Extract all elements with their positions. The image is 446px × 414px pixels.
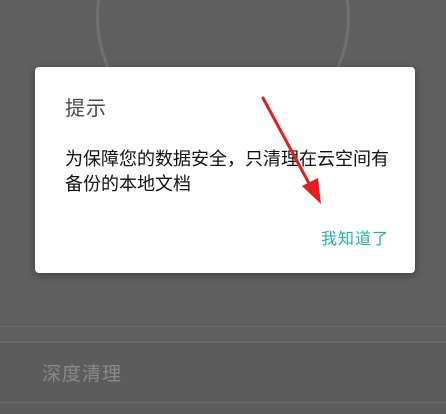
got-it-button[interactable]: 我知道了 <box>311 227 389 251</box>
dialog-title: 提示 <box>65 96 107 120</box>
background-divider <box>0 326 446 327</box>
background-divider <box>0 402 446 403</box>
dialog-message: 为保障您的数据安全，只清理在云空间有备份的本地文档 <box>65 149 389 195</box>
tip-dialog: 提示 为保障您的数据安全，只清理在云空间有备份的本地文档 我知道了 <box>35 67 415 273</box>
deep-clean-label: 深度清理 <box>42 363 123 385</box>
